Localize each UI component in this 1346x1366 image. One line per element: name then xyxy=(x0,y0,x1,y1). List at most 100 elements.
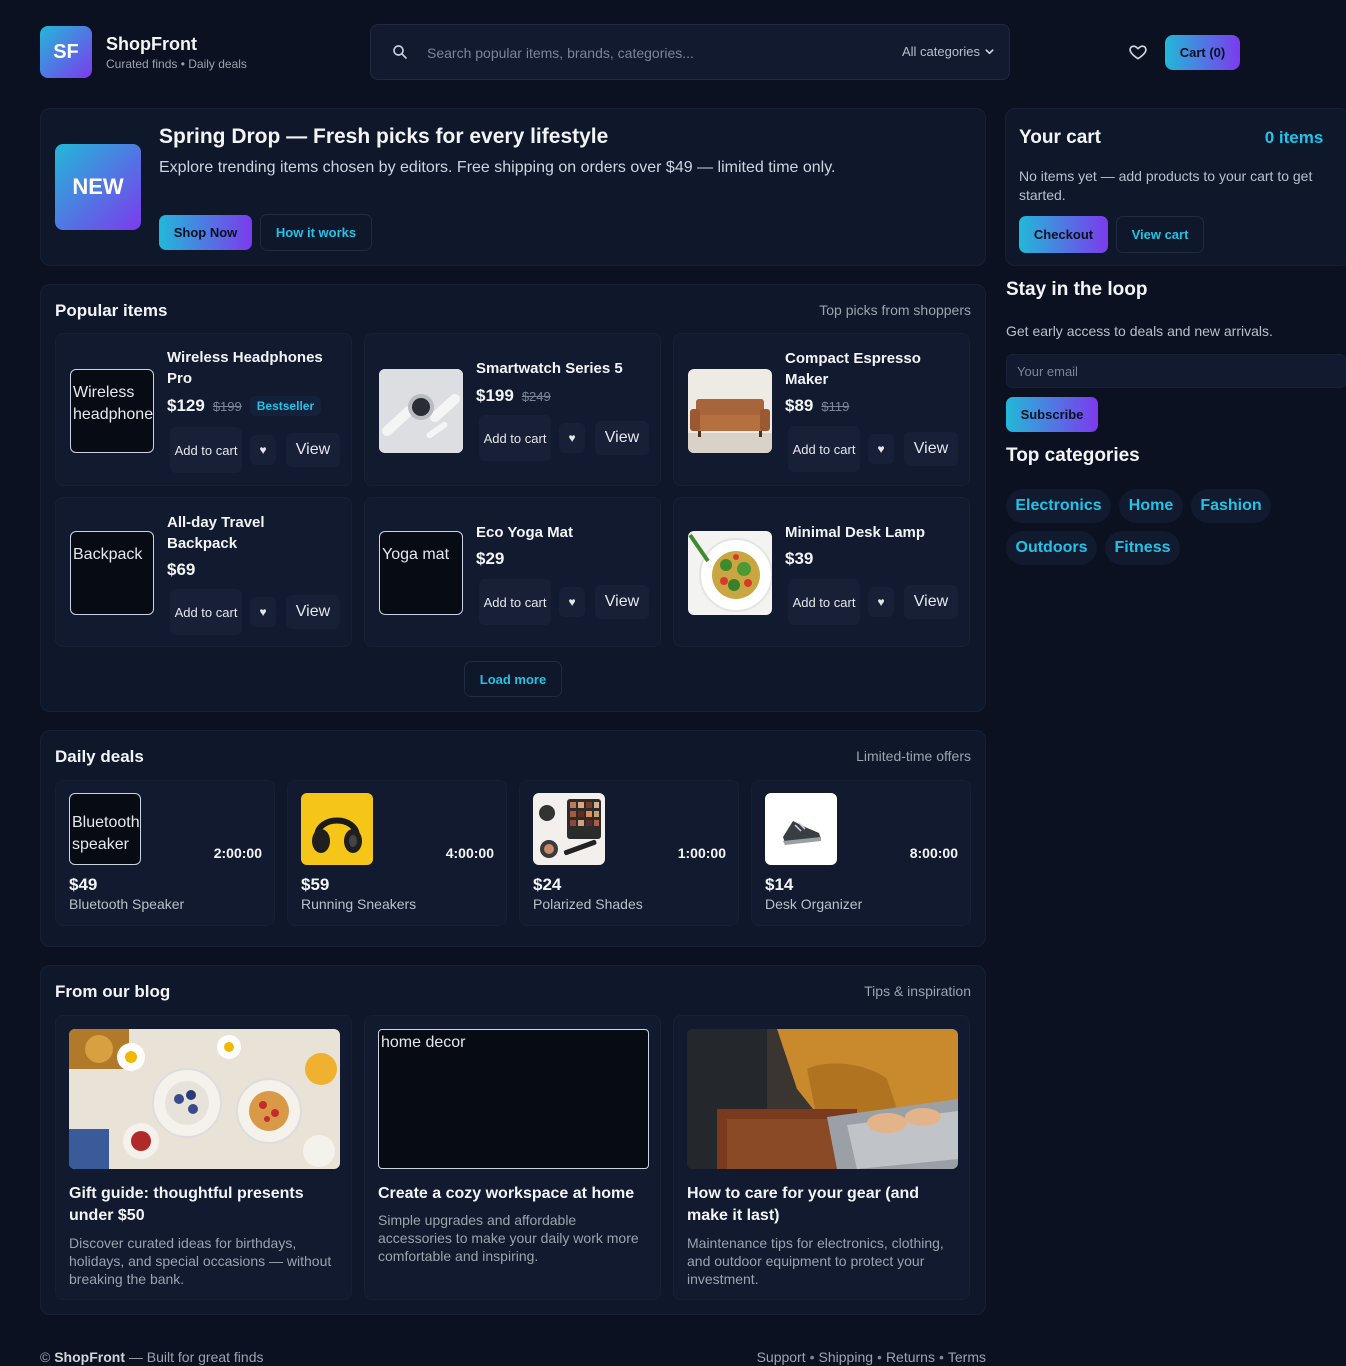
product-price: $39 xyxy=(785,549,813,569)
footer-separator: • xyxy=(809,1349,815,1365)
blog-image-broken: home decor xyxy=(378,1029,649,1169)
add-to-cart-button[interactable]: Add to cart xyxy=(788,579,860,625)
view-button[interactable]: View xyxy=(904,585,958,619)
makeup-palette-image xyxy=(533,793,605,865)
checkout-button[interactable]: Checkout xyxy=(1019,216,1108,253)
blog-post-title[interactable]: Gift guide: thoughtful presents under $5… xyxy=(69,1183,340,1227)
search-input[interactable] xyxy=(427,39,887,67)
blog-post-title[interactable]: How to care for your gear (and make it l… xyxy=(687,1183,958,1227)
newsletter-email-input[interactable] xyxy=(1006,354,1346,388)
product-price: $29 xyxy=(476,549,504,569)
view-button[interactable]: View xyxy=(286,433,340,467)
view-button[interactable]: View xyxy=(904,432,958,466)
add-to-cart-button[interactable]: Add to cart xyxy=(479,579,551,625)
favorite-heart-icon[interactable]: ♥ xyxy=(250,435,276,465)
product-card[interactable]: Minimal Desk Lamp $39 Add to cart ♥ View xyxy=(673,497,970,647)
favorite-heart-icon[interactable]: ♥ xyxy=(559,423,585,453)
wishlist-heart-icon[interactable] xyxy=(1128,42,1148,62)
deal-image-alt: Bluetooth speaker xyxy=(72,814,140,853)
smartwatch-icon xyxy=(379,369,463,453)
category-chip-fitness[interactable]: Fitness xyxy=(1105,531,1180,565)
view-button[interactable]: View xyxy=(595,585,649,619)
view-button[interactable]: View xyxy=(595,421,649,455)
favorite-heart-icon[interactable]: ♥ xyxy=(868,587,894,617)
deal-card[interactable]: 1:00:00 $24 Polarized Shades xyxy=(519,780,739,926)
product-image-salad xyxy=(688,531,772,615)
blog-card[interactable]: home decor Create a cozy workspace at ho… xyxy=(364,1015,661,1300)
add-to-cart-button[interactable]: Add to cart xyxy=(170,427,242,473)
product-card[interactable]: Compact Espresso Maker $89 $119 Add to c… xyxy=(673,333,970,486)
blog-card[interactable]: How to care for your gear (and make it l… xyxy=(673,1015,970,1300)
footer-link-support[interactable]: Support xyxy=(757,1349,806,1365)
product-card[interactable]: Wireless headphones Wireless Headphones … xyxy=(55,333,352,486)
search-bar: All categories xyxy=(370,24,1010,80)
how-it-works-button[interactable]: How it works xyxy=(260,214,372,251)
view-button[interactable]: View xyxy=(286,595,340,629)
product-name[interactable]: Minimal Desk Lamp xyxy=(785,522,955,543)
product-name[interactable]: Eco Yoga Mat xyxy=(476,522,646,543)
favorite-heart-icon[interactable]: ♥ xyxy=(250,597,276,627)
product-name[interactable]: Wireless Headphones Pro xyxy=(167,347,337,389)
favorite-heart-icon[interactable]: ♥ xyxy=(868,434,894,464)
blog-card[interactable]: Gift guide: thoughtful presents under $5… xyxy=(55,1015,352,1300)
new-badge: NEW xyxy=(55,144,141,230)
add-to-cart-button[interactable]: Add to cart xyxy=(479,415,551,461)
favorite-heart-icon[interactable]: ♥ xyxy=(559,587,585,617)
category-chip-fashion[interactable]: Fashion xyxy=(1191,489,1271,523)
footer-link-terms[interactable]: Terms xyxy=(948,1349,986,1365)
brand-name[interactable]: ShopFront xyxy=(106,34,197,55)
deal-card[interactable]: 4:00:00 $59 Running Sneakers xyxy=(287,780,507,926)
shop-now-button[interactable]: Shop Now xyxy=(159,215,252,250)
product-card[interactable]: Yoga mat Eco Yoga Mat $29 Add to cart ♥ … xyxy=(364,497,661,647)
category-chip-outdoors[interactable]: Outdoors xyxy=(1006,531,1097,565)
subscribe-button[interactable]: Subscribe xyxy=(1006,397,1098,432)
deal-name[interactable]: Running Sneakers xyxy=(301,896,416,912)
footer-link-shipping[interactable]: Shipping xyxy=(819,1349,874,1365)
deal-name[interactable]: Bluetooth Speaker xyxy=(69,896,184,912)
blog-post-title[interactable]: Create a cozy workspace at home xyxy=(378,1183,649,1205)
top-categories-title: Top categories xyxy=(1006,445,1140,466)
product-price-current: $129 xyxy=(167,396,205,415)
category-select[interactable]: All categories xyxy=(902,44,995,59)
product-price-current: $89 xyxy=(785,396,814,415)
laptop-work-image xyxy=(687,1029,958,1169)
product-card[interactable]: Backpack All-day Travel Backpack $69 Add… xyxy=(55,497,352,647)
search-icon xyxy=(393,45,407,59)
deal-image-sneaker xyxy=(765,793,837,865)
deal-image-makeup xyxy=(533,793,605,865)
headphones-image xyxy=(301,793,373,865)
add-to-cart-button[interactable]: Add to cart xyxy=(788,426,860,472)
blog-subtitle: Tips & inspiration xyxy=(864,983,971,999)
cart-button[interactable]: Cart (0) xyxy=(1165,35,1240,70)
product-image-sofa xyxy=(688,369,772,453)
deal-timer: 2:00:00 xyxy=(213,845,262,861)
product-price-old: $119 xyxy=(821,398,850,414)
deal-name[interactable]: Desk Organizer xyxy=(765,896,862,912)
blog-image-alt: home decor xyxy=(381,1034,466,1051)
deal-name[interactable]: Polarized Shades xyxy=(533,896,643,912)
deal-timer: 1:00:00 xyxy=(677,845,726,861)
footer-link-returns[interactable]: Returns xyxy=(886,1349,935,1365)
logo[interactable]: SF xyxy=(40,26,92,78)
deal-price: $14 xyxy=(765,875,794,894)
product-image-alt: Yoga mat xyxy=(382,546,450,563)
add-to-cart-button[interactable]: Add to cart xyxy=(170,589,242,635)
deal-price: $49 xyxy=(69,875,98,894)
product-name[interactable]: All-day Travel Backpack xyxy=(167,512,337,554)
deal-card[interactable]: 8:00:00 $14 Desk Organizer xyxy=(751,780,971,926)
sneaker-image xyxy=(765,793,837,865)
daily-deals-title: Daily deals xyxy=(55,747,144,766)
load-more-button[interactable]: Load more xyxy=(464,661,562,697)
product-price-current: $29 xyxy=(476,549,505,568)
cart-count-badge: 0 items xyxy=(1264,128,1324,147)
deal-image-headphones xyxy=(301,793,373,865)
product-price-current: $39 xyxy=(785,549,814,568)
product-card[interactable]: Smartwatch Series 5 $199 $249 Add to car… xyxy=(364,333,661,486)
product-name[interactable]: Compact Espresso Maker xyxy=(785,348,955,390)
product-name[interactable]: Smartwatch Series 5 xyxy=(476,358,646,379)
logo-text: SF xyxy=(53,40,79,63)
category-chip-electronics[interactable]: Electronics xyxy=(1006,489,1111,523)
deal-card[interactable]: Bluetooth speaker 2:00:00 $49 Bluetooth … xyxy=(55,780,275,926)
view-cart-button[interactable]: View cart xyxy=(1116,216,1204,253)
category-chip-home[interactable]: Home xyxy=(1119,489,1183,523)
